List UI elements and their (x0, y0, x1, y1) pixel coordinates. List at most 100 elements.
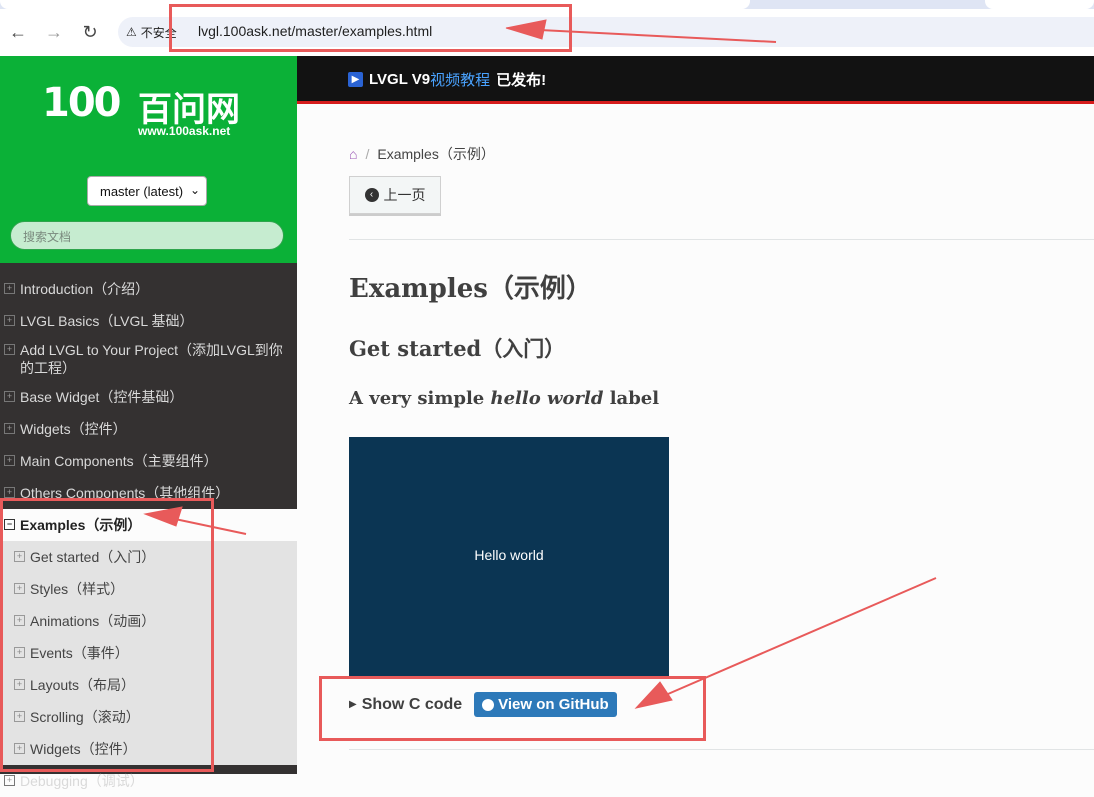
sidebar-item-main-components[interactable]: + Main Components（主要组件） (0, 445, 297, 477)
expand-icon[interactable]: + (4, 391, 15, 402)
brand-header: 100 百问网 www.100ask.net master (latest) ⌄… (0, 56, 297, 263)
breadcrumb: ⌂ / Examples（示例） (349, 144, 495, 164)
expand-icon[interactable]: + (4, 423, 15, 434)
github-icon (482, 698, 495, 711)
sidebar-item-label: Layouts（布局） (30, 677, 136, 693)
sidebar-subitem-animations[interactable]: + Animations（动画） (0, 605, 297, 637)
logo-mark: 100 (42, 80, 121, 126)
sidebar-subitem-layouts[interactable]: + Layouts（布局） (0, 669, 297, 701)
expand-icon[interactable]: + (14, 679, 25, 690)
sidebar-item-label: Base Widget（控件基础） (20, 389, 184, 405)
version-value: master (latest) (100, 183, 184, 199)
forward-icon[interactable]: → (42, 20, 66, 44)
search-placeholder: 搜索文档 (23, 230, 72, 244)
nav-tree: + Introduction（介绍） + LVGL Basics（LVGL 基础） … (0, 273, 297, 797)
chevron-down-icon: ⌄ (189, 183, 200, 197)
sidebar-item-label: Widgets（控件） (30, 741, 137, 757)
breadcrumb-current: Examples（示例） (377, 146, 495, 162)
sidebar-item-others-components[interactable]: + Others Components（其他组件） (0, 477, 297, 509)
address-bar[interactable]: ⚠ 不安全 lvgl.100ask.net/master/examples.ht… (118, 17, 1094, 47)
sidebar-item-base-widget[interactable]: + Base Widget（控件基础） (0, 381, 297, 413)
sidebar-item-label: Events（事件） (30, 645, 129, 661)
section-title: Get started（入门） (349, 336, 566, 361)
sidebar-subitem-styles[interactable]: + Styles（样式） (0, 573, 297, 605)
previous-page-button[interactable]: ‹ 上一页 (349, 176, 441, 214)
expand-icon[interactable]: + (4, 283, 15, 294)
sidebar-item-label: Scrolling（滚动） (30, 709, 140, 725)
sidebar-subitem-scrolling[interactable]: + Scrolling（滚动） (0, 701, 297, 733)
announcement: ▶ LVGL V9 视频教程 已发布! (348, 69, 546, 90)
expand-icon[interactable]: + (14, 743, 25, 754)
logo[interactable]: 100 百问网 www.100ask.net (42, 80, 240, 138)
sidebar-item-introduction[interactable]: + Introduction（介绍） (0, 273, 297, 305)
active-tab-edge[interactable] (0, 0, 750, 9)
sidebar-item-widgets[interactable]: + Widgets（控件） (0, 413, 297, 445)
url-text[interactable]: lvgl.100ask.net/master/examples.html (198, 23, 432, 39)
expand-icon[interactable]: + (14, 615, 25, 626)
home-icon[interactable]: ⌂ (349, 146, 357, 162)
sidebar-subitem-events[interactable]: + Events（事件） (0, 637, 297, 669)
show-code-label: Show C code (361, 695, 463, 713)
expand-icon[interactable]: + (4, 455, 15, 466)
back-icon[interactable]: ← (6, 20, 30, 44)
sidebar-item-label: Styles（样式） (30, 581, 125, 597)
example-preview[interactable]: Hello world (349, 437, 669, 677)
breadcrumb-separator: / (365, 146, 370, 162)
view-on-github-button[interactable]: View on GitHub (474, 692, 617, 717)
video-tutorial-link[interactable]: 视频教程 (430, 69, 490, 90)
demo-label: Hello world (474, 547, 544, 563)
sidebar-subitem-widgets[interactable]: + Widgets（控件） (0, 733, 297, 765)
sidebar-item-label: Introduction（介绍） (20, 281, 150, 297)
sidebar-item-label: LVGL Basics（LVGL 基础） (20, 313, 194, 329)
example-title-em: hello world (490, 388, 604, 409)
disclosure-triangle-icon: ▶ (349, 699, 357, 710)
expand-icon[interactable]: + (4, 775, 15, 786)
expand-icon[interactable]: + (14, 583, 25, 594)
expand-icon[interactable]: + (4, 344, 15, 355)
version-select[interactable]: master (latest) ⌄ (87, 176, 207, 206)
sidebar-item-label: Get started（入门） (30, 549, 156, 565)
example-title-post: label (603, 388, 660, 409)
sidebar-item-label: Animations（动画） (30, 613, 156, 629)
tab-edge[interactable] (985, 0, 1094, 9)
arrow-circle-left-icon: ‹ (364, 188, 379, 202)
search-input[interactable]: 搜索文档 (10, 221, 284, 250)
sidebar-subitem-get-started[interactable]: + Get started（入门） (0, 541, 297, 573)
video-icon: ▶ (348, 72, 363, 87)
sidebar-item-label: Add LVGL to Your Project（添加LVGL到你的工程） (20, 342, 283, 376)
warning-icon: ⚠ (126, 25, 137, 39)
announcement-suffix: 已发布! (496, 72, 547, 89)
github-button-label: View on GitHub (498, 696, 609, 713)
expand-icon[interactable]: + (4, 487, 15, 498)
sidebar-item-label: Widgets（控件） (20, 421, 127, 437)
example-title-pre: A very simple (349, 388, 491, 409)
logo-site: www.100ask.net (138, 124, 231, 138)
expand-icon[interactable]: + (14, 551, 25, 562)
example-title: A very simple hello world label (349, 388, 659, 409)
code-actions: ▶ Show C code View on GitHub (349, 692, 617, 717)
expand-icon[interactable]: + (14, 711, 25, 722)
sidebar-item-debugging[interactable]: + Debugging（调试） (0, 765, 297, 797)
sidebar-item-add-lvgl[interactable]: + Add LVGL to Your Project（添加LVGL到你的工程） (0, 337, 297, 381)
examples-subnav: + Get started（入门） + Styles（样式） + Animations… (0, 541, 297, 765)
sidebar-item-label: Debugging（调试） (20, 773, 144, 789)
expand-icon[interactable]: + (14, 647, 25, 658)
reload-icon[interactable]: ↻ (78, 20, 102, 44)
main-content: ⌂ / Examples（示例） ‹ 上一页 Examples（示例） Get … (349, 108, 1094, 774)
expand-icon[interactable]: + (4, 315, 15, 326)
divider (349, 239, 1094, 240)
security-chip[interactable]: ⚠ 不安全 (126, 21, 177, 43)
sidebar-item-label: Main Components（主要组件） (20, 453, 218, 469)
show-code-toggle[interactable]: ▶ Show C code (349, 696, 462, 714)
page-title: Examples（示例） (349, 274, 592, 304)
announcement-bar: ▶ LVGL V9 视频教程 已发布! (297, 56, 1094, 104)
previous-page-label: 上一页 (383, 187, 426, 203)
sidebar: 100 百问网 www.100ask.net master (latest) ⌄… (0, 56, 297, 789)
sidebar-item-lvgl-basics[interactable]: + LVGL Basics（LVGL 基础） (0, 305, 297, 337)
collapse-icon[interactable]: − (4, 519, 15, 530)
sidebar-item-label: Examples（示例） (20, 517, 142, 533)
security-label: 不安全 (140, 25, 177, 40)
sidebar-item-label: Others Components（其他组件） (20, 485, 230, 501)
tab-strip (0, 0, 1094, 9)
sidebar-item-examples[interactable]: − Examples（示例） (0, 509, 297, 541)
